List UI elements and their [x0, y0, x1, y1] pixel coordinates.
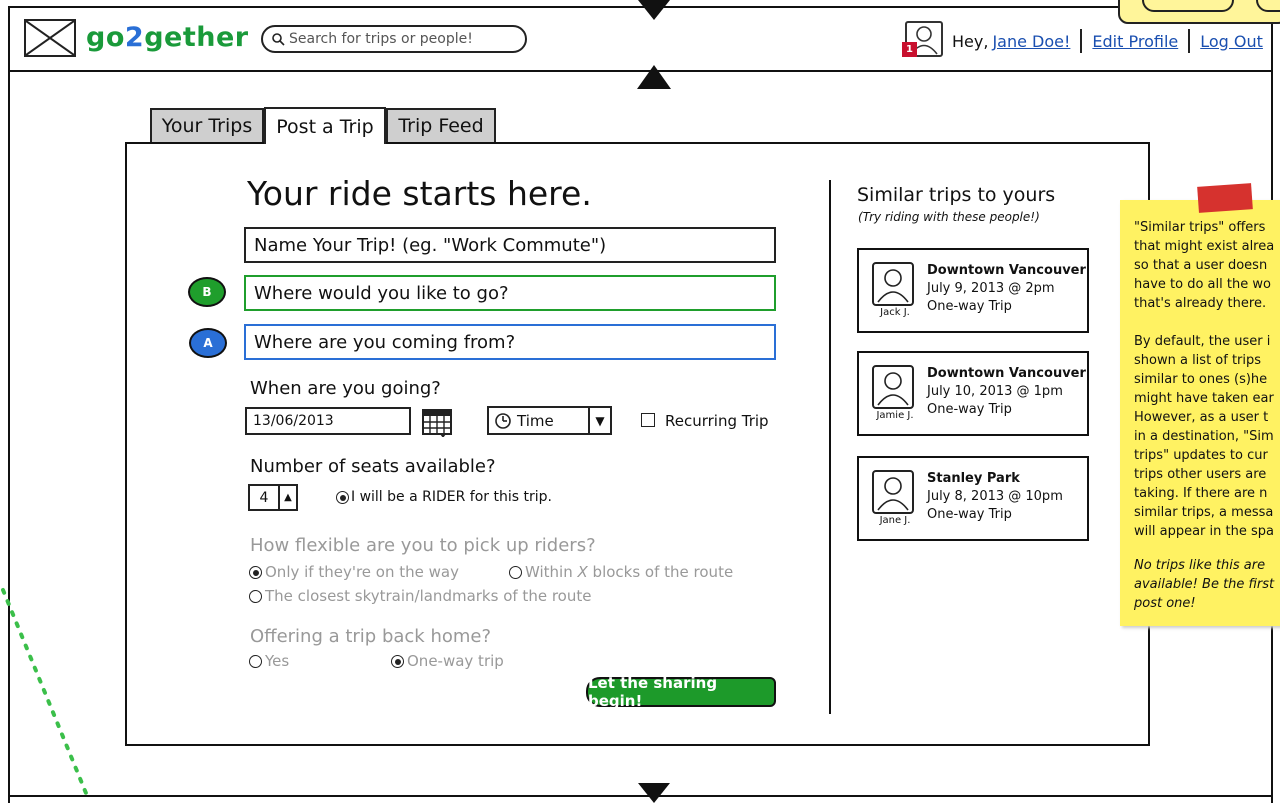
flex-within-x: X	[577, 563, 588, 581]
dotted-route-decoration	[1, 588, 90, 800]
brand-logo[interactable]: go2gether	[86, 22, 249, 53]
brand-gether: gether	[144, 22, 249, 53]
page-title: Your ride starts here.	[247, 174, 592, 213]
seats-label: Number of seats available?	[250, 456, 496, 477]
tab-your-trips[interactable]: Your Trips	[150, 108, 264, 142]
return-trip-label: Offering a trip back home?	[250, 626, 492, 647]
trip-user-name: Jane J.	[879, 515, 911, 526]
trip-kind: One-way Trip	[927, 299, 1012, 314]
logo-image-icon[interactable]	[24, 19, 76, 57]
time-select[interactable]: Time ▼	[487, 406, 612, 435]
clock-icon	[495, 412, 511, 429]
sticky-button-outline	[1256, 0, 1280, 12]
collapse-header-arrow-icon[interactable]	[637, 65, 671, 89]
brand-2: 2	[124, 22, 145, 53]
origin-input[interactable]: Where are you coming from?	[244, 324, 776, 360]
search-icon	[272, 33, 285, 46]
flex-on-the-way-radio[interactable]	[249, 566, 262, 579]
date-input[interactable]: 13/06/2013	[245, 407, 411, 435]
seats-stepper[interactable]: 4 ▲	[248, 484, 298, 511]
destination-marker-icon: B	[188, 277, 226, 307]
recurring-label: Recurring Trip	[665, 412, 769, 430]
log-out-link[interactable]: Log Out	[1200, 32, 1263, 51]
top-sticky-note	[1118, 0, 1280, 24]
scroll-up-arrow-icon	[638, 0, 670, 20]
search-input[interactable]: Search for trips or people!	[261, 25, 527, 53]
return-yes-radio[interactable]	[249, 655, 262, 668]
when-label: When are you going?	[250, 378, 441, 399]
flex-landmarks-radio[interactable]	[249, 590, 262, 603]
submit-trip-button[interactable]: Let the sharing begin!	[586, 674, 776, 710]
flex-within-blocks-label: Within X blocks of the route	[525, 563, 733, 581]
trip-kind: One-way Trip	[927, 402, 1012, 417]
avatar	[872, 262, 914, 306]
stepper-arrows-icon[interactable]: ▲	[278, 486, 296, 509]
trip-user-name: Jamie J.	[876, 410, 914, 421]
similar-trip-card[interactable]: Jamie J. Downtown Vancouver July 10, 201…	[857, 351, 1089, 436]
notification-badge[interactable]: 1	[902, 42, 917, 57]
chevron-down-icon[interactable]: ▼	[588, 408, 610, 433]
rider-radio[interactable]	[336, 491, 349, 504]
recurring-checkbox[interactable]	[641, 413, 655, 427]
similar-trip-card[interactable]: Jack J. Downtown Vancouver July 9, 2013 …	[857, 248, 1089, 333]
user-name-link[interactable]: Jane Doe!	[992, 32, 1070, 51]
avatar	[872, 470, 914, 514]
edit-profile-link[interactable]: Edit Profile	[1092, 32, 1178, 51]
tab-trip-feed[interactable]: Trip Feed	[386, 108, 496, 142]
note-paragraph-1: "Similar trips" offers that might exist …	[1134, 220, 1275, 311]
avatar	[872, 365, 914, 409]
greeting-text: Hey,	[952, 31, 989, 51]
trip-place: Stanley Park	[927, 471, 1020, 486]
panel-divider	[829, 180, 831, 714]
note-paragraph-2: By default, the user i shown a list of t…	[1134, 334, 1274, 539]
trip-name-input[interactable]: Name Your Trip! (eg. "Work Commute")	[244, 227, 776, 263]
flex-landmarks-label: The closest skytrain/landmarks of the ro…	[265, 587, 592, 605]
origin-marker-icon: A	[189, 328, 227, 358]
trip-when: July 10, 2013 @ 1pm	[927, 384, 1063, 399]
trip-kind: One-way Trip	[927, 507, 1012, 522]
divider	[1080, 29, 1083, 53]
calendar-icon[interactable]	[422, 407, 452, 437]
tape-decoration	[1197, 183, 1253, 213]
return-yes-label: Yes	[265, 652, 290, 670]
user-greeting: Hey, Jane Doe! Edit Profile Log Out	[952, 29, 1263, 53]
flex-on-the-way-label: Only if they're on the way	[265, 563, 459, 581]
flex-within-pre: Within	[525, 563, 578, 581]
annotation-sticky-note: "Similar trips" offers that might exist …	[1120, 200, 1280, 626]
time-label: Time	[517, 411, 554, 430]
seats-value: 4	[259, 489, 269, 506]
scroll-down-arrow-icon[interactable]	[638, 783, 670, 803]
destination-input[interactable]: Where would you like to go?	[244, 275, 776, 311]
flex-within-post: blocks of the route	[587, 563, 734, 581]
trip-user-name: Jack J.	[880, 307, 910, 318]
trip-when: July 9, 2013 @ 2pm	[927, 281, 1055, 296]
frame-top-border	[8, 6, 1273, 8]
brand-go: go	[86, 22, 125, 53]
flex-within-blocks-radio[interactable]	[509, 566, 522, 579]
sticky-button-outline	[1142, 0, 1234, 12]
trip-place: Downtown Vancouver	[927, 366, 1086, 381]
return-oneway-label: One-way trip	[407, 652, 504, 670]
similar-trip-card[interactable]: Jane J. Stanley Park July 8, 2013 @ 10pm…	[857, 456, 1089, 541]
divider	[1188, 29, 1191, 53]
rider-label: I will be a RIDER for this trip.	[351, 489, 552, 505]
similar-trips-subtitle: (Try riding with these people!)	[858, 210, 1040, 224]
trip-place: Downtown Vancouver	[927, 263, 1086, 278]
trip-when: July 8, 2013 @ 10pm	[927, 489, 1063, 504]
search-placeholder: Search for trips or people!	[289, 31, 473, 47]
return-oneway-radio[interactable]	[391, 655, 404, 668]
similar-trips-title: Similar trips to yours	[857, 184, 1056, 206]
flexibility-label: How flexible are you to pick up riders?	[250, 535, 596, 556]
tab-post-a-trip[interactable]: Post a Trip	[264, 107, 386, 144]
note-paragraph-3: No trips like this are available! Be the…	[1134, 558, 1275, 611]
